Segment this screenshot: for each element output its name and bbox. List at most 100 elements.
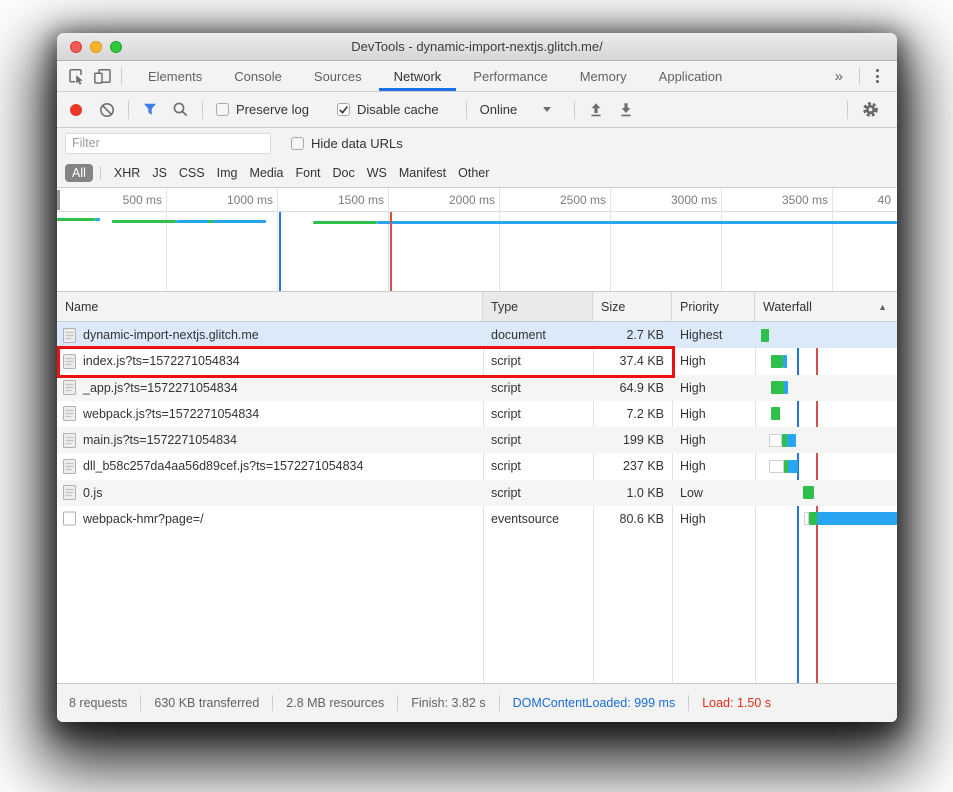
- more-tabs-button[interactable]: »: [825, 68, 853, 85]
- overview-blue-bar: [95, 218, 100, 221]
- file-icon: [63, 406, 76, 421]
- file-icon: [63, 459, 76, 474]
- devtools-window: DevTools - dynamic-import-nextjs.glitch.…: [57, 33, 897, 722]
- request-row[interactable]: webpack-hmr?page=/eventsource80.6 KBHigh: [57, 506, 897, 532]
- request-name-cell: webpack-hmr?page=/: [57, 511, 483, 526]
- request-row[interactable]: 0.jsscript1.0 KBLow: [57, 480, 897, 506]
- overview-gridline: [721, 188, 722, 291]
- type-filter-ws[interactable]: WS: [367, 166, 387, 180]
- file-icon: [63, 433, 76, 448]
- request-row[interactable]: main.js?ts=1572271054834script199 KBHigh: [57, 427, 897, 453]
- column-header-type[interactable]: Type: [483, 292, 593, 321]
- request-priority-cell: High: [672, 381, 755, 395]
- waterfall-blue-segment: [783, 355, 787, 368]
- hide-data-urls-box[interactable]: [291, 137, 304, 150]
- upload-icon: [588, 102, 604, 118]
- type-filter-css[interactable]: CSS: [179, 166, 205, 180]
- request-name-cell: dll_b58c257da4aa56d89cef.js?ts=157227105…: [57, 459, 483, 474]
- clear-icon: [99, 102, 115, 118]
- request-type-cell: document: [483, 328, 593, 342]
- column-header-size[interactable]: Size: [593, 292, 672, 321]
- highlight-annotation-box: [57, 346, 675, 378]
- column-header-priority[interactable]: Priority: [672, 292, 755, 321]
- hide-data-urls-checkbox[interactable]: Hide data URLs: [291, 136, 403, 151]
- request-name: main.js?ts=1572271054834: [83, 433, 237, 447]
- file-icon: [63, 380, 76, 395]
- device-toolbar-button[interactable]: [89, 63, 115, 89]
- request-row[interactable]: dynamic-import-nextjs.glitch.medocument2…: [57, 322, 897, 348]
- request-size-cell: 1.0 KB: [593, 486, 672, 500]
- status-divider: [499, 695, 500, 711]
- export-har-button[interactable]: [618, 102, 634, 118]
- request-type-cell: script: [483, 433, 593, 447]
- column-header-name[interactable]: Name: [57, 292, 483, 321]
- status-item: 630 KB transferred: [154, 696, 259, 710]
- request-size-cell: 7.2 KB: [593, 407, 672, 421]
- type-filter-other[interactable]: Other: [458, 166, 489, 180]
- preserve-log-checkbox[interactable]: Preserve log: [216, 102, 323, 117]
- column-header-label: Waterfall: [763, 300, 812, 314]
- tab-performance[interactable]: Performance: [457, 61, 563, 91]
- device-toolbar-icon: [93, 67, 112, 85]
- search-button[interactable]: [172, 101, 189, 118]
- type-filter-xhr[interactable]: XHR: [114, 166, 140, 180]
- status-blue: DOMContentLoaded: 999 ms: [513, 696, 676, 710]
- type-filter-media[interactable]: Media: [249, 166, 283, 180]
- type-filter-doc[interactable]: Doc: [333, 166, 355, 180]
- tab-memory[interactable]: Memory: [564, 61, 643, 91]
- disable-cache-box[interactable]: [337, 103, 350, 116]
- overview-green-bar: [57, 218, 95, 221]
- overview-load-line: [390, 212, 392, 291]
- type-filter-font[interactable]: Font: [296, 166, 321, 180]
- waterfall-blue-segment: [788, 460, 798, 473]
- preserve-log-box[interactable]: [216, 103, 229, 116]
- overview-tick-label: 40: [811, 193, 891, 207]
- status-item: 2.8 MB resources: [286, 696, 384, 710]
- toolbar-divider-1: [128, 101, 129, 119]
- request-name: dll_b58c257da4aa56d89cef.js?ts=157227105…: [83, 459, 363, 473]
- overview-green-bar: [112, 220, 176, 223]
- request-name-cell: _app.js?ts=1572271054834: [57, 380, 483, 395]
- gear-icon: [861, 100, 880, 119]
- type-filter-manifest[interactable]: Manifest: [399, 166, 446, 180]
- file-icon: [63, 406, 76, 421]
- column-header-label: Priority: [680, 300, 719, 314]
- request-row[interactable]: dll_b58c257da4aa56d89cef.js?ts=157227105…: [57, 453, 897, 479]
- request-row[interactable]: webpack.js?ts=1572271054834script7.2 KBH…: [57, 401, 897, 427]
- overview-gridline: [277, 188, 278, 291]
- devtools-menu-button[interactable]: [866, 69, 889, 83]
- overview-blue-bar: [176, 220, 266, 223]
- import-har-button[interactable]: [588, 102, 604, 118]
- type-filter-img[interactable]: Img: [217, 166, 238, 180]
- file-icon: [63, 485, 76, 500]
- disable-cache-checkbox[interactable]: Disable cache: [337, 102, 453, 117]
- filter-toggle-button[interactable]: [142, 102, 158, 117]
- request-type-cell: script: [483, 381, 593, 395]
- record-button[interactable]: [70, 104, 82, 116]
- type-filter-js[interactable]: JS: [152, 166, 167, 180]
- tab-console[interactable]: Console: [218, 61, 298, 91]
- request-type-cell: script: [483, 407, 593, 421]
- window-titlebar[interactable]: DevTools - dynamic-import-nextjs.glitch.…: [57, 33, 897, 61]
- tab-network[interactable]: Network: [378, 61, 458, 91]
- clear-button[interactable]: [99, 102, 115, 118]
- toolbar-divider-5: [847, 101, 848, 119]
- column-header-label: Size: [601, 300, 625, 314]
- filter-input[interactable]: [65, 133, 271, 154]
- request-row[interactable]: _app.js?ts=1572271054834script64.9 KBHig…: [57, 375, 897, 401]
- settings-button[interactable]: [861, 100, 880, 119]
- column-header-waterfall[interactable]: Waterfall▲: [755, 292, 897, 321]
- tab-application[interactable]: Application: [643, 61, 739, 91]
- inspect-element-button[interactable]: [63, 63, 89, 89]
- column-header-label: Type: [491, 300, 518, 314]
- throttling-value: Online: [480, 102, 518, 117]
- timeline-overview[interactable]: 500 ms1000 ms1500 ms2000 ms2500 ms3000 m…: [57, 188, 897, 292]
- type-filter-all[interactable]: All: [65, 164, 93, 182]
- funnel-icon: [142, 102, 158, 117]
- tab-sources[interactable]: Sources: [298, 61, 378, 91]
- tab-elements[interactable]: Elements: [132, 61, 218, 91]
- request-name-cell: 0.js: [57, 485, 483, 500]
- overview-tick-label: 1000 ms: [193, 193, 273, 207]
- throttling-select[interactable]: Online: [480, 102, 562, 117]
- overview-gridline: [499, 188, 500, 291]
